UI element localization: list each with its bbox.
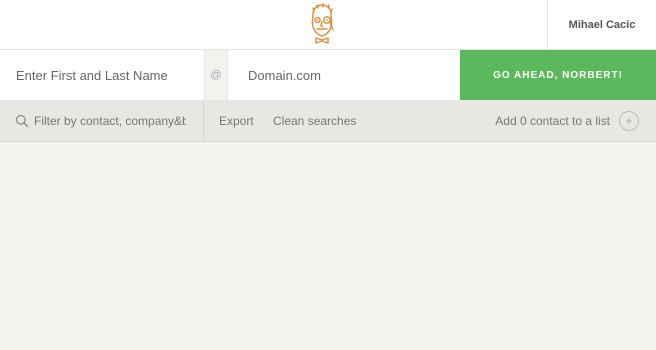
go-ahead-button-label: GO AHEAD, NORBERT!	[493, 69, 623, 81]
filter-box	[0, 100, 204, 142]
results-area	[0, 143, 656, 350]
norbert-logo-icon[interactable]	[305, 3, 339, 45]
full-name-input[interactable]	[0, 50, 204, 100]
plus-icon: +	[625, 114, 633, 128]
add-to-list-button[interactable]: +	[619, 111, 639, 131]
user-menu[interactable]: Mihael Cacic	[547, 0, 656, 50]
at-symbol: @	[210, 69, 222, 81]
app-header: Mihael Cacic	[0, 0, 656, 50]
search-form: @ GO AHEAD, NORBERT!	[0, 50, 656, 100]
export-link[interactable]: Export	[219, 100, 254, 142]
search-icon	[15, 114, 29, 128]
domain-input[interactable]	[228, 50, 460, 100]
go-ahead-button[interactable]: GO AHEAD, NORBERT!	[460, 50, 656, 100]
filter-input[interactable]	[34, 100, 186, 142]
add-to-list-link[interactable]: Add 0 contact to a list	[495, 100, 610, 142]
user-name[interactable]: Mihael Cacic	[569, 19, 636, 31]
results-toolbar: Export Clean searches Add 0 contact to a…	[0, 100, 656, 142]
clean-searches-link[interactable]: Clean searches	[273, 100, 356, 142]
at-separator: @	[204, 50, 228, 100]
